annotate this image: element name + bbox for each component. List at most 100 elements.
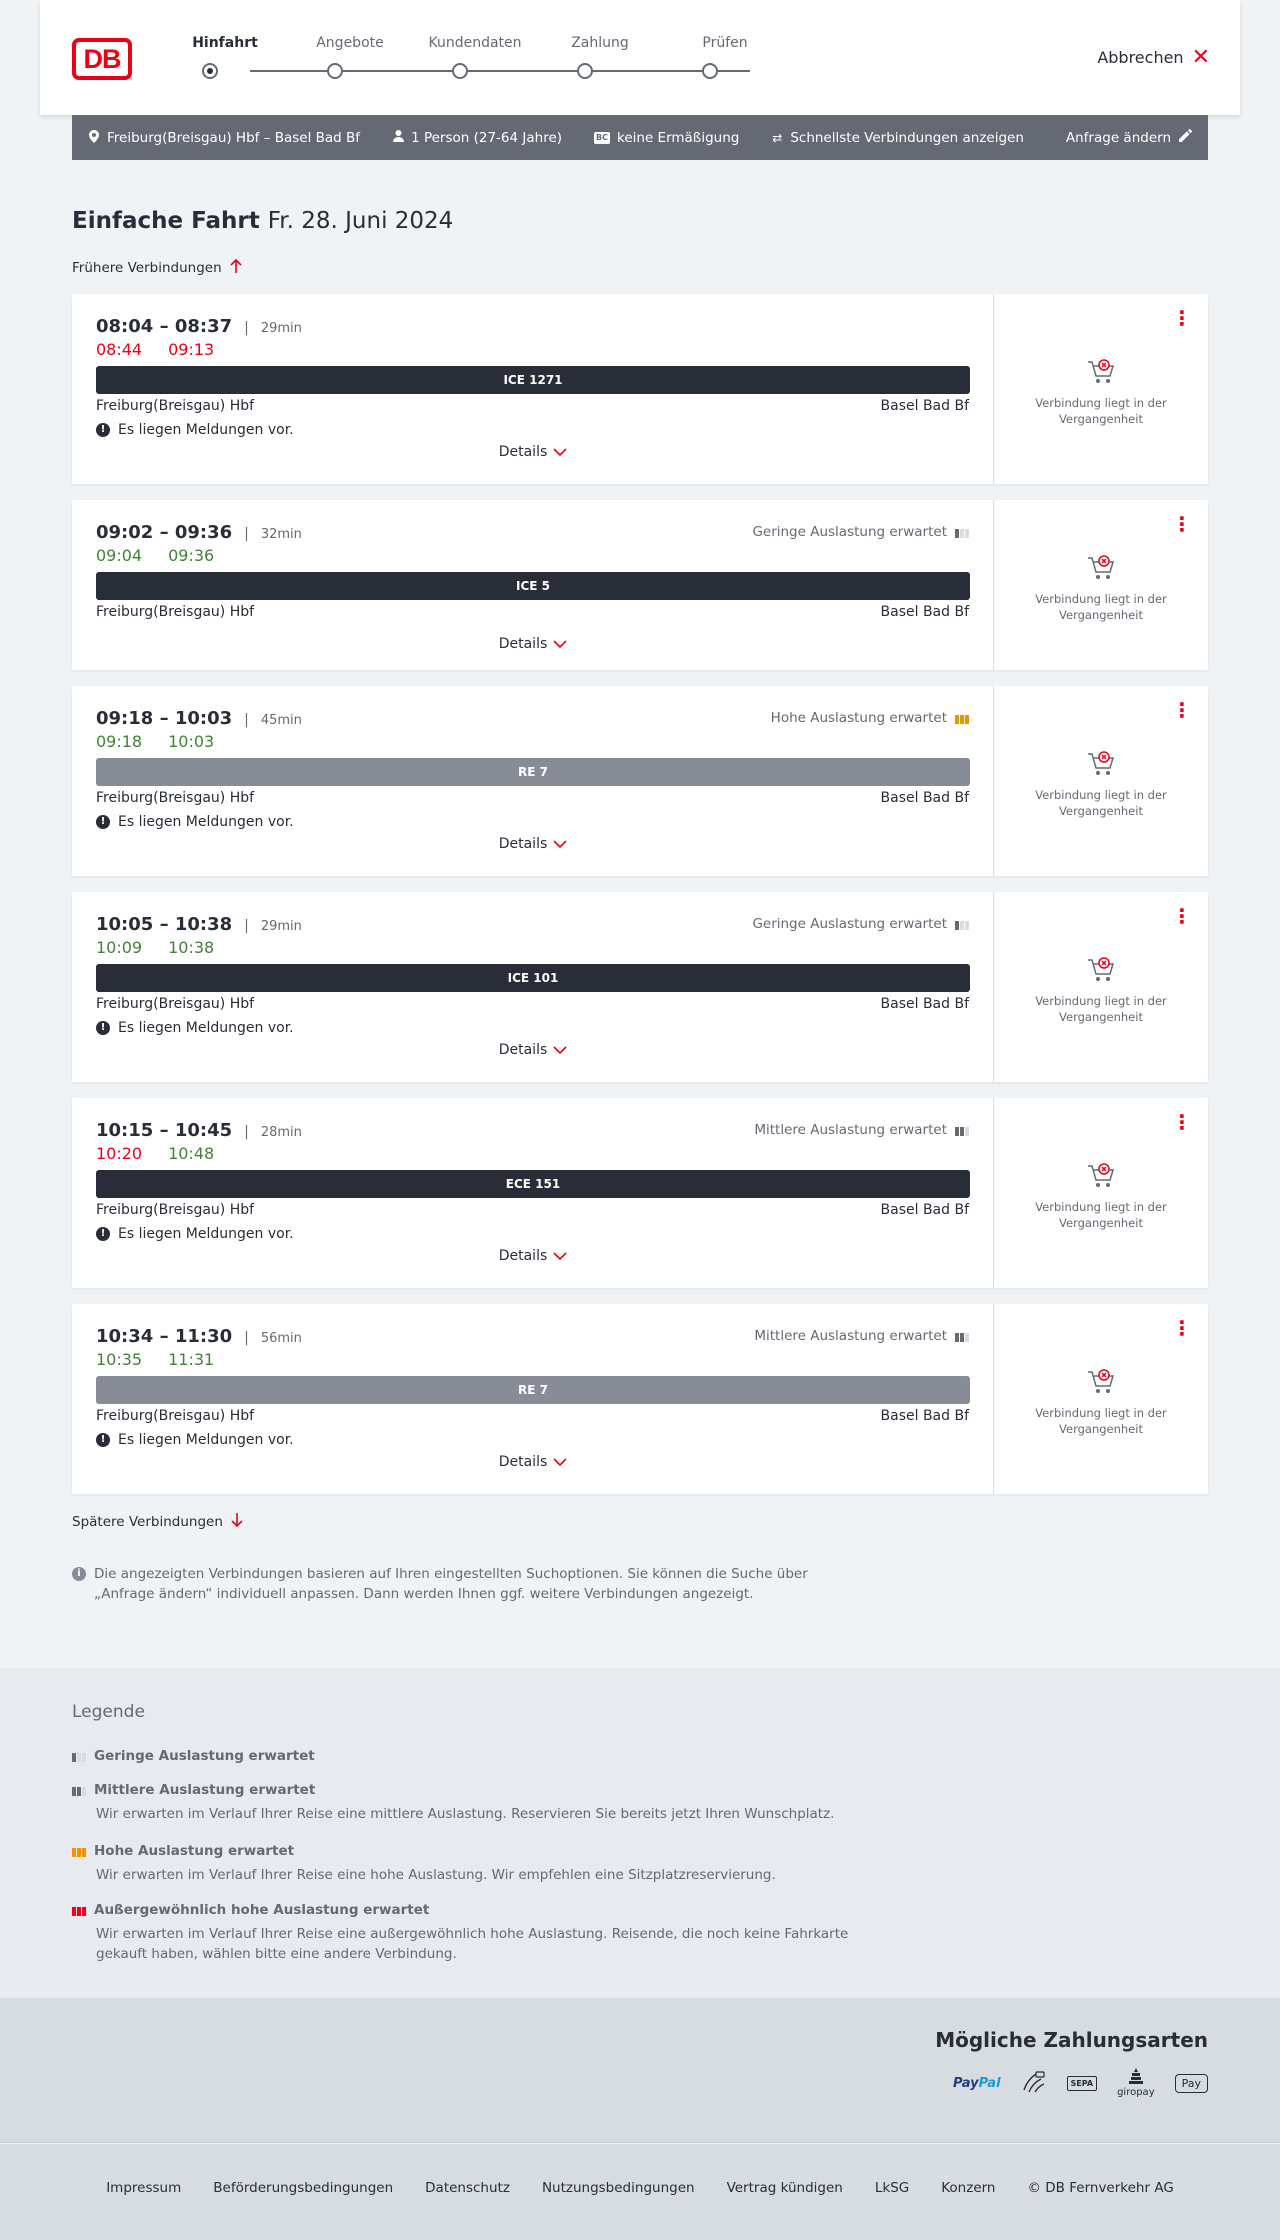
occupancy-level-4-icon <box>72 1905 86 1916</box>
connection-card[interactable]: 09:18 – 10:03 | 45min 09:18 10:03 Hohe Auslas… <box>72 686 1208 876</box>
payment-icons: PayPal SEPA giropay Pay <box>953 2068 1208 2098</box>
separator: | <box>244 526 249 542</box>
connection-main[interactable]: 10:05 – 10:38 | 29min 10:09 10:38 Geringe Aus… <box>72 892 994 1082</box>
footer-link: © DB Fernverkehr AG <box>1027 2180 1174 2196</box>
connection-main[interactable]: 09:02 – 09:36 | 32min 09:04 09:36 Geringe Aus… <box>72 500 994 670</box>
db-logo[interactable]: DB <box>72 38 132 80</box>
arrival-station: Basel Bad Bf <box>880 1408 969 1424</box>
close-icon: ✕ <box>1191 44 1210 70</box>
details-toggle[interactable]: Details <box>72 836 994 852</box>
giropay-icon: giropay <box>1117 2068 1155 2098</box>
connection-main[interactable]: 10:15 – 10:45 | 28min 10:20 10:48 Mittlere Au… <box>72 1098 994 1288</box>
details-toggle[interactable]: Details <box>72 444 994 460</box>
chevron-down-icon <box>553 1043 567 1058</box>
occupancy-indicator: Geringe Auslastung erwartet <box>752 524 969 540</box>
departure-station: Freiburg(Breisgau) Hbf <box>96 398 255 414</box>
realtime-times: 10:35 11:31 <box>96 1350 214 1369</box>
legend-item: Mittlere Auslastung erwartet Wir erwarten… <box>72 1782 872 1824</box>
occupancy-indicator: Hohe Auslastung erwartet <box>771 710 969 726</box>
past-connection-text: Verbindung liegt in der Vergangenheit <box>1035 994 1167 1024</box>
more-options-icon[interactable]: ⋮ <box>1172 308 1192 328</box>
details-toggle[interactable]: Details <box>72 1454 994 1470</box>
alert-icon: ! <box>96 1433 110 1447</box>
occupancy-level-3-icon <box>72 1846 86 1857</box>
more-options-icon[interactable]: ⋮ <box>1172 1318 1192 1338</box>
past-connection-notice: Verbindung liegt in der Vergangenheit <box>994 555 1208 623</box>
details-toggle[interactable]: Details <box>72 636 994 652</box>
details-toggle[interactable]: Details <box>72 1042 994 1058</box>
cancel-button[interactable]: Abbrechen ✕ <box>1097 44 1210 70</box>
occupancy-icon <box>955 527 969 538</box>
route-text: Freiburg(Breisgau) Hbf – Basel Bad Bf <box>107 129 361 146</box>
duration: 32min <box>260 527 302 542</box>
duration: 28min <box>260 1125 302 1140</box>
legend-item-header: Hohe Auslastung erwartet <box>72 1843 872 1859</box>
footer-link[interactable]: Beförderungsbedingungen <box>213 2180 393 2196</box>
details-toggle[interactable]: Details <box>72 1248 994 1264</box>
earlier-connections-link[interactable]: Frühere Verbindungen <box>72 258 242 277</box>
notice-message: ! Es liegen Meldungen vor. <box>96 1020 294 1036</box>
past-connection-text: Verbindung liegt in der Vergangenheit <box>1035 1200 1167 1230</box>
train-bar: ICE 1271 <box>96 366 970 394</box>
connection-main[interactable]: 08:04 – 08:37 | 29min 08:44 09:13 ICE 1271 Fre… <box>72 294 994 484</box>
fastest-text: Schnellste Verbindungen anzeigen <box>790 129 1024 146</box>
footer-link[interactable]: Konzern <box>941 2180 995 2196</box>
occupancy-label: Geringe Auslastung erwartet <box>752 524 947 540</box>
more-options-icon[interactable]: ⋮ <box>1172 700 1192 720</box>
departure-station: Freiburg(Breisgau) Hbf <box>96 1408 255 1424</box>
alert-icon: ! <box>96 815 110 829</box>
connection-time: 09:18 – 10:03 | 45min <box>96 708 302 729</box>
more-options-icon[interactable]: ⋮ <box>1172 514 1192 534</box>
footer-link[interactable]: Datenschutz <box>425 2180 510 2196</box>
separator: | <box>244 918 249 934</box>
footer-link[interactable]: Vertrag kündigen <box>727 2180 843 2196</box>
past-connection-notice: Verbindung liegt in der Vergangenheit <box>994 957 1208 1025</box>
realtime-times: 09:04 09:36 <box>96 546 214 565</box>
more-options-icon[interactable]: ⋮ <box>1172 1112 1192 1132</box>
separator: | <box>244 320 249 336</box>
connection-card[interactable]: 10:34 – 11:30 | 56min 10:35 11:31 Mittlere Au… <box>72 1304 1208 1494</box>
cart-unavailable-icon <box>1087 751 1115 777</box>
duration: 29min <box>260 919 302 934</box>
details-label: Details <box>498 1042 548 1058</box>
scheduled-times: 10:34 – 11:30 <box>96 1326 233 1347</box>
scheduled-times: 09:02 – 09:36 <box>96 522 233 543</box>
occupancy-level-2-icon <box>72 1785 86 1796</box>
notice-text: Es liegen Meldungen vor. <box>118 1020 294 1036</box>
cart-unavailable-icon <box>1087 359 1115 385</box>
step-hinfahrt: Hinfahrt <box>192 35 258 51</box>
connection-main[interactable]: 10:34 – 11:30 | 56min 10:35 11:31 Mittlere Au… <box>72 1304 994 1494</box>
occupancy-label: Mittlere Auslastung erwartet <box>754 1328 947 1344</box>
occupancy-indicator: Mittlere Auslastung erwartet <box>754 1122 969 1138</box>
train-bar: RE 7 <box>96 1376 970 1404</box>
past-connection-notice: Verbindung liegt in der Vergangenheit <box>994 1369 1208 1437</box>
notice-text: Es liegen Meldungen vor. <box>118 422 294 438</box>
past-connection-text: Verbindung liegt in der Vergangenheit <box>1035 396 1167 426</box>
occupancy-indicator: Mittlere Auslastung erwartet <box>754 1328 969 1344</box>
legend-item-title: Hohe Auslastung erwartet <box>94 1843 295 1859</box>
more-options-icon[interactable]: ⋮ <box>1172 906 1192 926</box>
details-label: Details <box>498 444 548 460</box>
change-request-button[interactable]: Anfrage ändern <box>1066 128 1193 146</box>
connection-card[interactable]: 08:04 – 08:37 | 29min 08:44 09:13 ICE 1271 Fre… <box>72 294 1208 484</box>
notice-text: Es liegen Meldungen vor. <box>118 814 294 830</box>
connection-card[interactable]: 09:02 – 09:36 | 32min 09:04 09:36 Geringe Aus… <box>72 500 1208 670</box>
cart-unavailable-icon <box>1087 1369 1115 1395</box>
realtime-departure: 08:44 <box>96 340 143 359</box>
footer-link[interactable]: LkSG <box>875 2180 909 2196</box>
footer-link[interactable]: Nutzungsbedingungen <box>542 2180 695 2196</box>
connection-card[interactable]: 10:05 – 10:38 | 29min 10:09 10:38 Geringe Aus… <box>72 892 1208 1082</box>
notice-text: Es liegen Meldungen vor. <box>118 1226 294 1242</box>
connection-card[interactable]: 10:15 – 10:45 | 28min 10:20 10:48 Mittlere Au… <box>72 1098 1208 1288</box>
footer-link[interactable]: Impressum <box>106 2180 181 2196</box>
arrival-station: Basel Bad Bf <box>880 790 969 806</box>
connection-main[interactable]: 09:18 – 10:03 | 45min 09:18 10:03 Hohe Auslas… <box>72 686 994 876</box>
duration: 56min <box>260 1331 302 1346</box>
later-connections-link[interactable]: Spätere Verbindungen <box>72 1512 243 1531</box>
separator: | <box>244 712 249 728</box>
connection-offer-panel: ⋮ Verbindung liegt in der Vergangenheit <box>994 294 1208 484</box>
occupancy-label: Mittlere Auslastung erwartet <box>754 1122 947 1138</box>
train-bar: ICE 5 <box>96 572 970 600</box>
legend-item: Außergewöhnlich hohe Auslastung erwartet… <box>72 1902 872 1964</box>
fastest-connections-toggle[interactable]: ⇄ Schnellste Verbindungen anzeigen <box>771 130 1024 146</box>
